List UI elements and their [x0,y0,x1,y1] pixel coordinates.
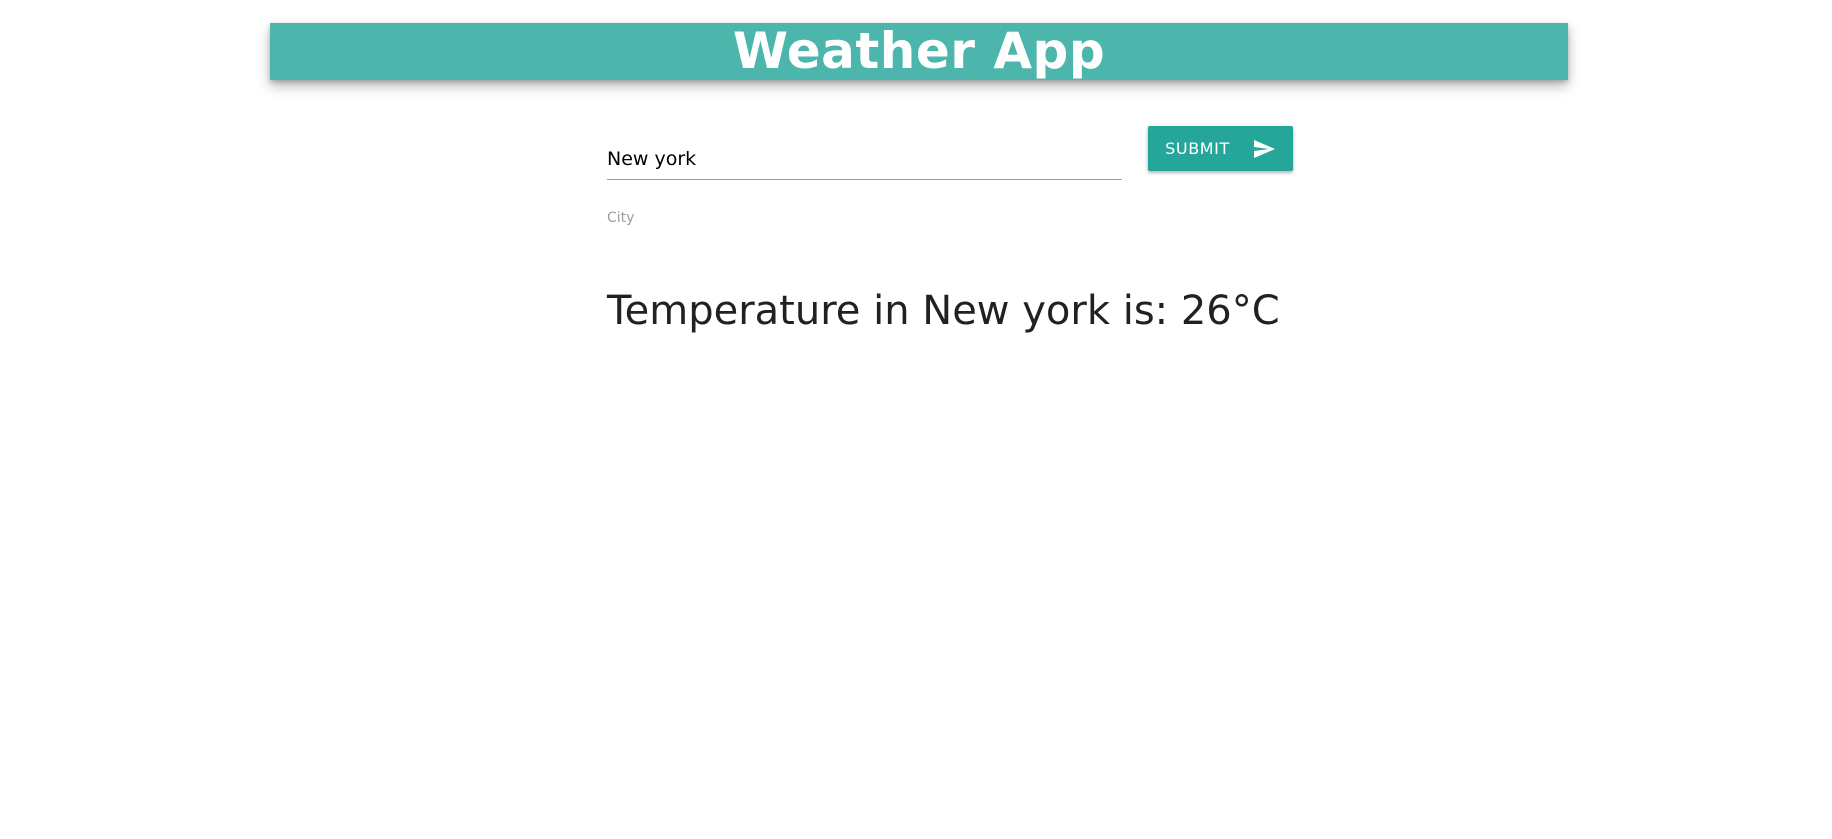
city-field: City [607,120,1122,226]
app-header: Weather App [270,23,1568,80]
city-input[interactable] [607,120,1122,180]
city-form: City SUBMIT [607,120,1293,240]
submit-button-label: SUBMIT [1165,139,1230,158]
send-icon [1252,137,1276,161]
temperature-result: Temperature in New york is: 26°C [607,288,1280,334]
app-title: Weather App [732,22,1106,80]
submit-button[interactable]: SUBMIT [1148,126,1293,171]
city-helper-label: City [607,210,635,226]
